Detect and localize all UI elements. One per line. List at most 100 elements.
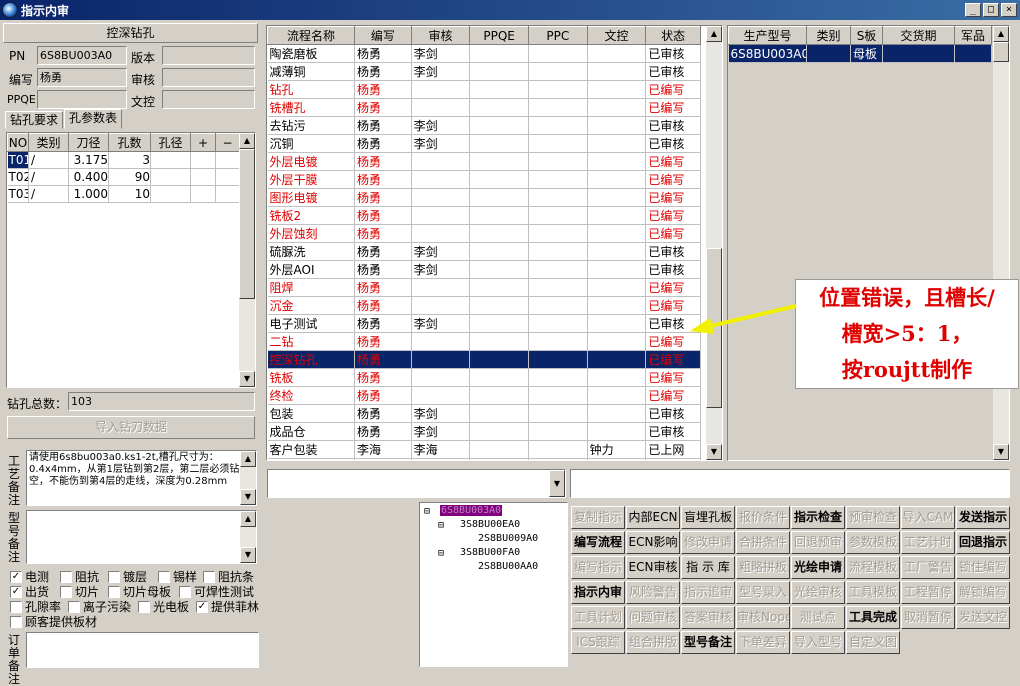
flow-row[interactable]: 特殊要求李海李海钟力已上网	[267, 458, 701, 460]
product-col-header[interactable]: 交货期	[882, 26, 955, 45]
chevron-down-icon[interactable]: ▼	[549, 470, 565, 497]
flow-row[interactable]: 沉金 杨勇 已编写	[267, 296, 701, 315]
flow-row[interactable]: 外层蚀刻 杨勇 已编写	[267, 224, 701, 243]
import-drill-button[interactable]: 导入钻刀数据	[7, 416, 255, 439]
action-button[interactable]: 发送文控	[956, 606, 1010, 629]
action-button[interactable]: ICS跟踪	[571, 631, 625, 654]
action-button[interactable]: 答案审核	[681, 606, 735, 629]
close-button[interactable]: ×	[1001, 3, 1017, 17]
checkbox-box[interactable]	[60, 585, 72, 598]
flow-row[interactable]: 阻焊 杨勇 已编写	[267, 278, 701, 297]
tree-leaf[interactable]: 2S8BU009A0	[478, 533, 538, 544]
option-checkbox[interactable]: ✓ 提供菲林	[196, 598, 259, 615]
flow-row[interactable]: 铣槽孔 杨勇 已编写	[267, 98, 701, 117]
action-button[interactable]: 锁住编写	[956, 556, 1010, 579]
flow-col-header[interactable]: 审核	[410, 26, 471, 45]
minimize-button[interactable]: _	[965, 3, 981, 17]
action-button[interactable]: 组合拼版	[626, 631, 680, 654]
checkbox-box[interactable]: ✓	[196, 600, 208, 613]
action-button[interactable]: 编写指示	[571, 556, 625, 579]
action-button[interactable]: 自定义图	[846, 631, 900, 654]
maximize-button[interactable]: □	[983, 3, 999, 17]
model-note-textarea[interactable]: ▲ ▼	[26, 510, 257, 564]
action-button[interactable]: 风险警告	[626, 581, 680, 604]
hole-row[interactable]: T01/3.1753	[7, 151, 240, 169]
tree-node[interactable]: 3S8BU00EA0	[460, 519, 520, 530]
product-col-header[interactable]: 生产型号	[728, 26, 807, 45]
hole-col-header[interactable]: NO	[7, 133, 29, 152]
flow-row[interactable]: 外层电镀 杨勇 已编写	[267, 152, 701, 171]
action-button[interactable]: 解锁编写	[956, 581, 1010, 604]
flow-col-header[interactable]: 流程名称	[267, 26, 355, 45]
action-button[interactable]: 参数模板	[846, 531, 900, 554]
action-button[interactable]: 回退预审	[791, 531, 845, 554]
checkbox-box[interactable]	[108, 570, 120, 583]
product-row[interactable]: 6S8BU003A0 母板	[728, 44, 992, 63]
hole-row[interactable]: T03/1.00010	[7, 185, 240, 203]
review-field[interactable]	[162, 68, 255, 87]
process-note-textarea[interactable]: 请使用6s8bu003a0.ks1-2t,槽孔尺寸为：0.4x4mm，从第1层钻…	[26, 450, 257, 506]
checkbox-box[interactable]	[203, 570, 215, 583]
flow-row[interactable]: 铣板 杨勇 已编写	[267, 368, 701, 387]
action-button[interactable]: 内部ECN	[626, 506, 680, 529]
action-button[interactable]: 工程暂停	[901, 581, 955, 604]
checkbox-box[interactable]	[108, 585, 120, 598]
flow-row[interactable]: 终检 杨勇 已编写	[267, 386, 701, 405]
checkbox-box[interactable]	[60, 570, 72, 583]
checkbox-box[interactable]: ✓	[10, 570, 22, 583]
action-button[interactable]: ECN影响	[626, 531, 680, 554]
option-checkbox[interactable]: 顾客提供板材	[10, 613, 97, 630]
action-button[interactable]: 流程模板	[846, 556, 900, 579]
action-button[interactable]: 编写流程	[571, 531, 625, 554]
product-table-scrollbar[interactable]: ▲ ▼	[993, 26, 1009, 460]
flow-row[interactable]: 图形电镀 杨勇 已编写	[267, 188, 701, 207]
tab-hole-params[interactable]: 孔参数表	[64, 109, 123, 129]
action-button[interactable]: 取消暂停	[901, 606, 955, 629]
action-button[interactable]: 工艺计时	[901, 531, 955, 554]
order-note-textarea[interactable]	[26, 632, 259, 668]
action-button[interactable]: 预审检查	[846, 506, 900, 529]
action-button[interactable]: ECN审核	[626, 556, 680, 579]
action-button[interactable]: 粗略拼板	[736, 556, 790, 579]
action-button[interactable]: 报价条件	[736, 506, 790, 529]
action-button[interactable]: 导入型号	[791, 631, 845, 654]
hole-col-header[interactable]: +	[190, 133, 216, 152]
action-button[interactable]: 盲埋孔板	[681, 506, 735, 529]
action-button[interactable]: 工具计划	[571, 606, 625, 629]
tree-leaf[interactable]: 2S8BU00AA0	[478, 561, 538, 572]
flow-row[interactable]: 包装 杨勇 李剑 已审核	[267, 404, 701, 423]
flow-col-header[interactable]: 状态	[645, 26, 701, 45]
flow-col-header[interactable]: PPC	[527, 26, 588, 45]
action-button[interactable]: 指示检查	[791, 506, 845, 529]
action-button[interactable]: 光绘申请	[791, 556, 845, 579]
action-button[interactable]: 下单差异	[736, 631, 790, 654]
version-field[interactable]	[162, 46, 255, 65]
checkbox-box[interactable]	[10, 600, 22, 613]
hole-col-header[interactable]: 刀径	[68, 133, 109, 152]
action-button[interactable]: 问题审核	[626, 606, 680, 629]
action-button[interactable]: 审核Nope	[736, 606, 790, 629]
hole-row[interactable]: T02/0.40090	[7, 168, 240, 186]
action-button[interactable]: 复制指示	[571, 506, 625, 529]
flow-row[interactable]: 钻孔 杨勇 已编写	[267, 80, 701, 99]
option-checkbox[interactable]: 光电板	[138, 598, 189, 615]
action-button[interactable]: 导入CAM	[901, 506, 955, 529]
action-button[interactable]: 光绘审核	[791, 581, 845, 604]
flow-row[interactable]: 陶瓷磨板 杨勇 李剑 已审核	[267, 44, 701, 63]
hole-col-header[interactable]: 类别	[28, 133, 69, 152]
flow-row[interactable]: 外层干膜 杨勇 已编写	[267, 170, 701, 189]
checkbox-box[interactable]	[179, 585, 191, 598]
action-button[interactable]: 型号录入	[736, 581, 790, 604]
flow-row[interactable]: 外层AOI 杨勇 李剑 已审核	[267, 260, 701, 279]
doc-control-field[interactable]	[162, 90, 255, 109]
action-button[interactable]: 指 示 库	[681, 556, 735, 579]
flow-row[interactable]: 硫脲洗 杨勇 李剑 已审核	[267, 242, 701, 261]
flow-row[interactable]: 铣板2 杨勇 已编写	[267, 206, 701, 225]
action-button[interactable]: 合拼条件	[736, 531, 790, 554]
checkbox-box[interactable]: ✓	[10, 585, 22, 598]
action-button[interactable]: 指示内审	[571, 581, 625, 604]
hole-table-scrollbar[interactable]: ▲ ▼	[239, 133, 255, 387]
checkbox-box[interactable]	[158, 570, 170, 583]
action-button[interactable]: 工具模板	[846, 581, 900, 604]
flow-table-scrollbar[interactable]: ▲ ▼	[706, 26, 722, 460]
